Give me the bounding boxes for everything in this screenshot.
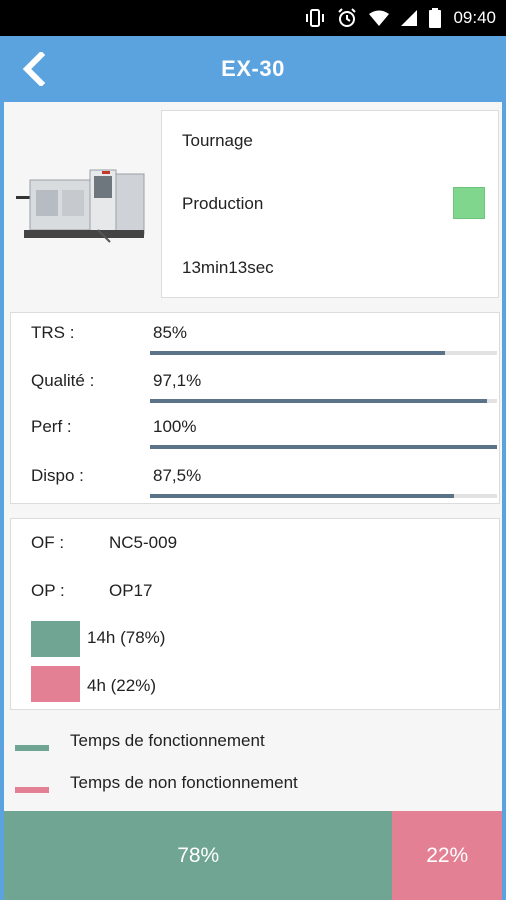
back-button[interactable] <box>14 48 54 90</box>
signal-icon <box>401 10 418 26</box>
kpi-progress-track <box>150 445 497 449</box>
page-title: EX-30 <box>221 56 285 81</box>
op-label: OP : <box>31 581 65 600</box>
stopped-time: 4h (22%) <box>87 676 156 695</box>
kpi-progress-track <box>150 351 497 355</box>
kpi-value: 97,1% <box>153 371 202 390</box>
running-segment: 78% <box>4 811 393 900</box>
kpi-value: 87,5% <box>153 466 202 485</box>
wifi-icon <box>369 10 390 26</box>
kpi-row-perf: Perf : 100% <box>11 409 499 455</box>
machine-state: Production <box>182 194 264 213</box>
legend-stopped: Temps de non fonctionnement <box>15 771 495 801</box>
kpi-progress-fill <box>150 399 487 403</box>
back-chevron-icon <box>22 52 46 86</box>
running-swatch <box>31 621 80 657</box>
kpi-progress-fill <box>150 351 445 355</box>
state-indicator <box>453 187 485 219</box>
app-header: EX-30 <box>4 36 502 102</box>
machine-image <box>14 160 150 250</box>
kpi-card: TRS : 85% Qualité : 97,1% Perf : 100% Di… <box>10 312 500 504</box>
kpi-progress-track <box>150 494 497 498</box>
kpi-progress-track <box>150 399 497 403</box>
order-card: OF : NC5-009 OP : OP17 14h (78%) 4h (22%… <box>10 518 500 710</box>
running-time: 14h (78%) <box>87 628 166 647</box>
machine-info-card: Tournage Production 13min13sec <box>161 110 499 298</box>
kpi-row-dispo: Dispo : 87,5% <box>11 458 499 504</box>
frame-right-border <box>502 36 506 900</box>
legend-running-label: Temps de fonctionnement <box>70 731 265 750</box>
stopped-segment: 22% <box>392 811 502 900</box>
kpi-value: 100% <box>153 417 197 436</box>
legend-running-marker <box>15 745 49 751</box>
stopped-swatch <box>31 666 80 702</box>
time-distribution-bar: 78% 22% <box>4 811 502 900</box>
kpi-value: 85% <box>153 323 188 342</box>
alarm-icon <box>337 8 357 28</box>
kpi-label: Qualité : <box>31 371 95 390</box>
legend-stopped-marker <box>15 787 49 793</box>
clock-time: 09:40 <box>453 8 496 27</box>
kpi-label: Perf : <box>31 417 72 436</box>
kpi-label: Dispo : <box>31 466 84 485</box>
legend-stopped-label: Temps de non fonctionnement <box>70 773 298 792</box>
kpi-progress-fill <box>150 445 497 449</box>
kpi-row-qualite: Qualité : 97,1% <box>11 363 499 409</box>
kpi-label: TRS : <box>31 323 75 342</box>
op-value: OP17 <box>109 581 153 600</box>
operation-type: Tournage <box>182 131 253 150</box>
kpi-row-trs: TRS : 85% <box>11 315 499 361</box>
status-bar: 09:40 <box>0 0 506 36</box>
frame-left-border <box>0 36 4 900</box>
state-duration: 13min13sec <box>182 258 274 277</box>
of-value: NC5-009 <box>109 533 178 552</box>
of-label: OF : <box>31 533 65 552</box>
battery-icon <box>429 8 442 28</box>
vibrate-icon <box>305 9 325 27</box>
legend-running: Temps de fonctionnement <box>15 729 495 759</box>
kpi-progress-fill <box>150 494 454 498</box>
